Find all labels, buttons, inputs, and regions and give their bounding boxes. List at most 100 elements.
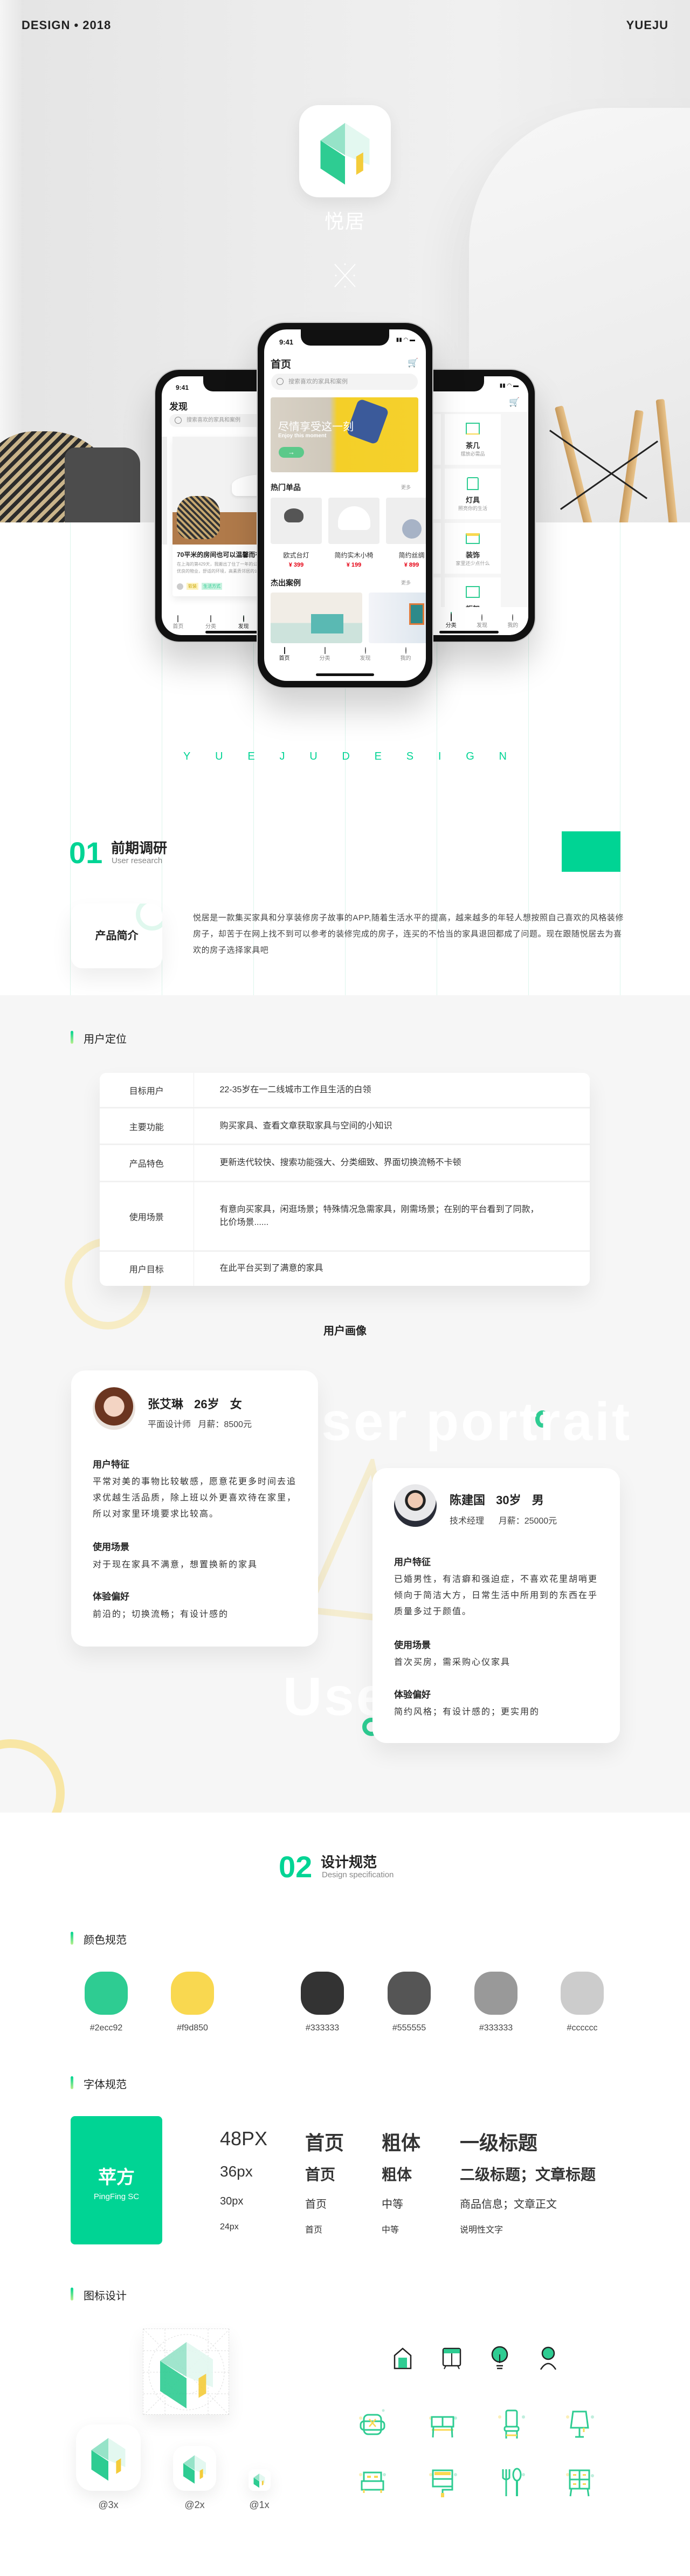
swatch-label: #333333 xyxy=(479,2023,513,2033)
font-usage: 说明性文字 xyxy=(460,2226,503,2235)
app-icon-1x xyxy=(249,2469,271,2491)
tab-category[interactable]: 分类 xyxy=(320,647,330,669)
category-tea-table[interactable]: 茶几 摆放必需品 xyxy=(445,414,501,465)
swatch-label: #555555 xyxy=(392,2023,426,2033)
tab-profile[interactable]: 我的 xyxy=(507,614,519,635)
tab-discover[interactable]: 发现 xyxy=(360,647,371,669)
icons-title: 图标设计 xyxy=(84,2290,127,2302)
row-label: 主要功能 xyxy=(100,1107,194,1146)
sofa-icon xyxy=(359,2409,385,2435)
cart-icon[interactable]: 🛒 xyxy=(408,357,418,368)
row-value: 在此平台买到了满意的家具 xyxy=(219,1264,323,1273)
product-card[interactable]: 简约实木小椅 ¥ 199 xyxy=(328,498,380,568)
tab-category[interactable]: 分类 xyxy=(205,615,216,630)
font-usage: 一级标题 xyxy=(460,2132,538,2154)
more-link[interactable]: 更多 xyxy=(401,579,411,586)
app-icon-2x xyxy=(173,2446,216,2491)
lamp-icon xyxy=(566,2410,594,2438)
banner[interactable]: 尽情享受这一刻 Enjoy this moment → xyxy=(271,397,418,472)
row-label: 使用场景 xyxy=(100,1181,194,1252)
bed-icon xyxy=(359,2471,386,2493)
tab-profile[interactable]: 我的 xyxy=(401,647,411,669)
font-sample: 首页 xyxy=(305,2166,336,2183)
product-price: ¥ 399 xyxy=(288,562,304,568)
discover-icon xyxy=(491,2346,508,2370)
tab-label: 分类 xyxy=(445,623,457,629)
banner-subtitle: Enjoy this moment xyxy=(278,433,327,439)
logo-cube-icon xyxy=(310,116,380,186)
banner-arrow-button[interactable]: → xyxy=(279,447,304,458)
tagline-letter: G xyxy=(466,750,474,762)
intro-label: 产品简介 xyxy=(95,930,139,942)
persona-heading: 用户特征 xyxy=(93,1459,129,1470)
tagline-letter: J xyxy=(279,750,285,762)
persona-heading: 体验偏好 xyxy=(93,1592,129,1602)
swatch-label: #333333 xyxy=(305,2023,340,2033)
fonts-title: 字体规范 xyxy=(84,2079,127,2091)
category-desc: 家里还少点什么 xyxy=(456,561,490,566)
blanket-photo xyxy=(65,447,140,522)
search-icon xyxy=(175,417,182,424)
tab-home[interactable]: 首页 xyxy=(279,647,290,669)
status-icons: ▮▮ ◠ ▬ xyxy=(499,383,519,389)
row-value: 购买家具、查看文章获取家具与空间的小知识 xyxy=(194,1107,590,1146)
brand-name: YUEJU xyxy=(626,18,668,32)
category-name: 灯具 xyxy=(465,496,480,504)
app-name: 悦居 xyxy=(324,210,365,232)
persona-heading: 体验偏好 xyxy=(394,1690,431,1700)
logo-cube-icon xyxy=(149,2334,224,2410)
section-subtitle: User research xyxy=(112,856,163,865)
product-card[interactable]: 欧式台灯 ¥ 399 xyxy=(271,498,322,568)
accent-block xyxy=(562,831,620,872)
row-label: 用户目标 xyxy=(100,1251,194,1286)
font-family-en: PingFing SC xyxy=(93,2192,140,2201)
tagline-letter: E xyxy=(374,750,382,762)
cart-icon[interactable]: 🛒 xyxy=(509,397,520,408)
status-icons: ▮▮ ◠ ▬ xyxy=(396,337,415,343)
more-link[interactable]: 更多 xyxy=(401,484,411,491)
tagline-letter: U xyxy=(215,750,223,762)
swatch-label: #cccccc xyxy=(567,2023,598,2033)
decor-icon xyxy=(429,2469,457,2497)
category-decor[interactable]: 装饰 家里还少点什么 xyxy=(445,523,501,574)
case-image[interactable] xyxy=(369,593,426,643)
tab-label: 我的 xyxy=(507,623,519,629)
cabinet-icon xyxy=(466,586,480,598)
home-icon xyxy=(394,2347,412,2370)
logo-cube-icon xyxy=(178,2452,211,2484)
category-icon xyxy=(442,2347,461,2370)
product-name: 简约实木小椅 xyxy=(334,552,374,559)
search-input[interactable]: 搜索喜欢的家具和案例 xyxy=(271,374,418,390)
product-card[interactable]: 简约丝绸 ¥ 899 xyxy=(386,498,426,568)
case-image[interactable] xyxy=(271,593,362,643)
home-indicator xyxy=(439,631,499,633)
hot-items-title: 热门单品 xyxy=(271,483,301,492)
scale-label: @1x xyxy=(249,2499,270,2510)
heading-bar xyxy=(71,2076,73,2089)
home-screen: 9:41 ▮▮ ◠ ▬ 首页 🛒 搜索喜欢的家具和案例 尽情享受这一刻 Enjo… xyxy=(264,329,426,681)
font-family-card: 苹方 PingFing SC xyxy=(71,2116,162,2244)
table-row: 使用场景 有意向买家具，闲逛场景；特殊情况急需家具，刚需场景；在别的平台看到了同款… xyxy=(100,1181,590,1252)
tab-home[interactable]: 首页 xyxy=(172,615,183,630)
persona-name: 陈建国 30岁 男 xyxy=(450,1493,544,1507)
tab-bar: 首页 分类 发现 我的 xyxy=(264,647,426,669)
tab-label: 发现 xyxy=(476,623,487,629)
cross-icon xyxy=(334,263,356,288)
tag[interactable]: 生活方式 xyxy=(202,583,222,590)
tab-discover[interactable]: 发现 xyxy=(238,615,249,630)
portrait-title: 用户画像 xyxy=(323,1325,367,1337)
product-image xyxy=(271,498,322,544)
prev-card xyxy=(162,437,167,545)
tagline-letter: E xyxy=(247,750,255,762)
category-name: 茶几 xyxy=(465,442,480,450)
persona-text: 已婚男性，有洁癖和强迫症，不喜欢花里胡哨更倾向于简洁大方，日常生活中所用到的东西… xyxy=(394,1575,598,1616)
colors-title: 颜色规范 xyxy=(84,1934,127,1946)
tab-label: 首页 xyxy=(279,656,290,662)
persona-name: 张艾琳 26岁 女 xyxy=(148,1397,242,1411)
category-lamp[interactable]: 灯具 照亮你的生活 xyxy=(445,469,501,519)
swatch-label: #2ecc92 xyxy=(89,2023,123,2033)
category-desc: 摆放必需品 xyxy=(460,451,485,457)
tag[interactable]: 软装 xyxy=(187,583,198,590)
font-weight-label: 中等 xyxy=(382,2226,399,2235)
row-label: 目标用户 xyxy=(100,1073,194,1109)
